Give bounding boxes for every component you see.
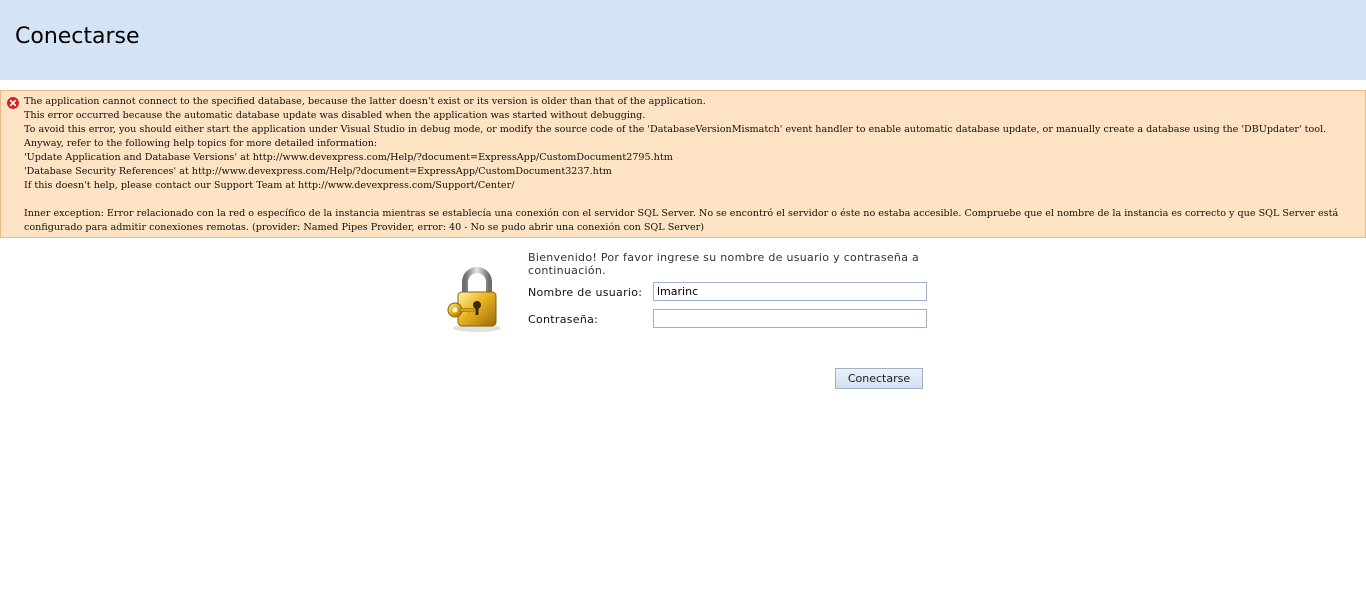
error-line: Anyway, refer to the following help topi… xyxy=(24,138,378,149)
error-panel: The application cannot connect to the sp… xyxy=(0,90,1366,238)
error-line: To avoid this error, you should either s… xyxy=(24,124,1327,135)
lock-key-icon xyxy=(447,267,501,332)
error-line: The application cannot connect to the sp… xyxy=(24,96,706,107)
username-field[interactable] xyxy=(653,282,927,301)
page-title: Conectarse xyxy=(15,24,140,49)
username-label: Nombre de usuario: xyxy=(528,286,643,299)
login-button[interactable]: Conectarse xyxy=(835,368,923,389)
inner-exception: Inner exception: Error relacionado con l… xyxy=(24,208,1339,233)
error-message: The application cannot connect to the sp… xyxy=(24,95,1344,235)
welcome-message: Bienvenido! Por favor ingrese su nombre … xyxy=(528,251,920,277)
error-line: This error occurred because the automati… xyxy=(24,110,646,121)
page-header: Conectarse xyxy=(0,0,1366,80)
error-line: 'Database Security References' at http:/… xyxy=(24,166,612,177)
password-field[interactable] xyxy=(653,309,927,328)
error-x-icon xyxy=(7,97,19,109)
error-line: If this doesn't help, please contact our… xyxy=(24,180,515,191)
error-line: 'Update Application and Database Version… xyxy=(24,152,673,163)
password-label: Contraseña: xyxy=(528,313,599,326)
